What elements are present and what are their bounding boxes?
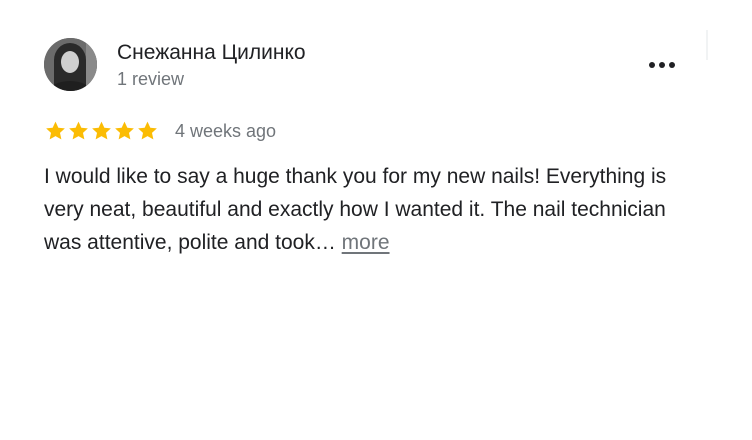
star-icon (92, 121, 111, 140)
review-date: 4 weeks ago (175, 121, 277, 141)
more-link[interactable]: more (342, 231, 390, 254)
review-card: Снежанна Цилинко 1 review 4 weeks ago I … (0, 0, 752, 440)
author-review-count: 1 review (117, 69, 185, 89)
review-text: I would like to say a huge thank you for… (44, 160, 684, 259)
more-options-button[interactable] (640, 52, 684, 78)
more-vert-icon (649, 62, 675, 68)
star-icon (69, 121, 88, 140)
avatar-photo (44, 38, 97, 91)
scroll-edge (706, 30, 708, 60)
star-icon (115, 121, 134, 140)
star-icon (46, 121, 65, 140)
author-name[interactable]: Снежанна Цилинко (117, 40, 306, 66)
star-rating (44, 120, 159, 142)
rating-row: 4 weeks ago (44, 118, 276, 144)
avatar[interactable] (44, 38, 97, 91)
star-icon (138, 121, 157, 140)
